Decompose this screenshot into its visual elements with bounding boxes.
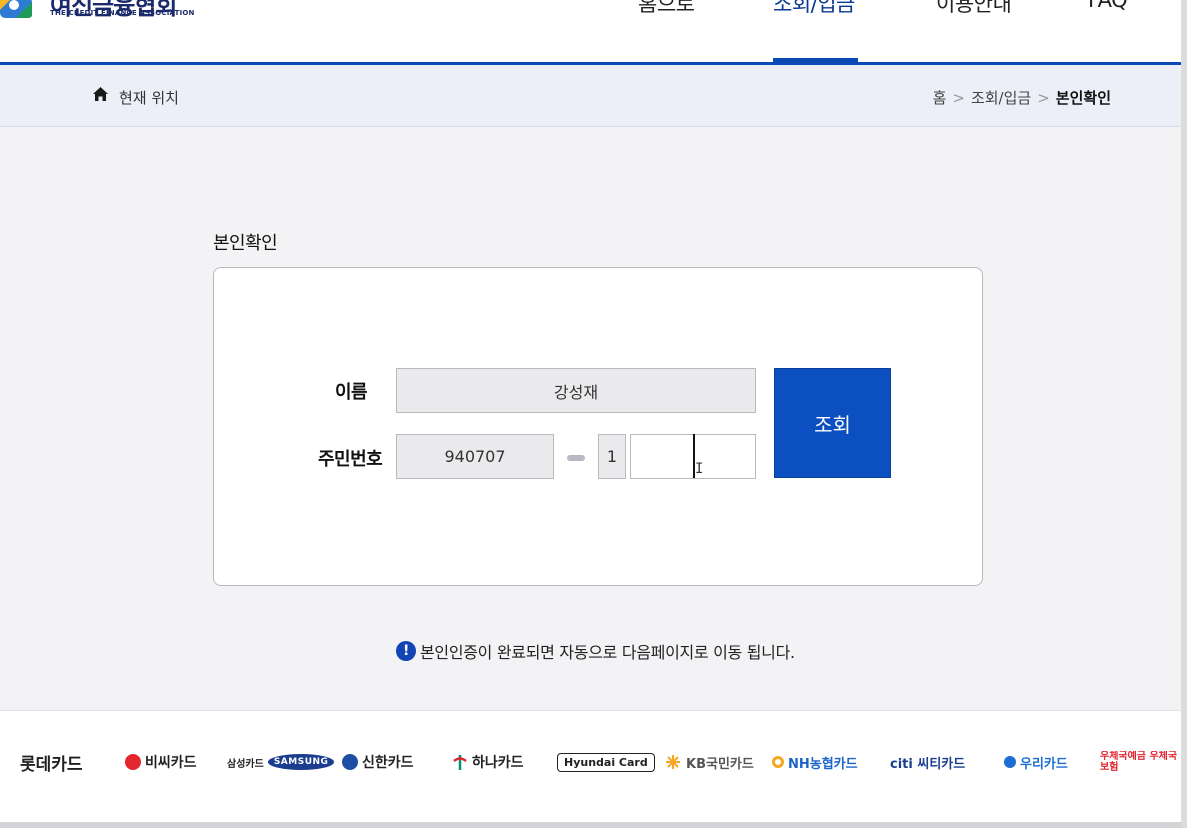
association-logo-icon[interactable] <box>0 0 38 20</box>
brand-shinhan[interactable]: 신한카드 <box>342 751 414 773</box>
submit-inquiry-button[interactable]: 조회 <box>774 368 891 478</box>
bc-icon <box>125 754 141 770</box>
brand-kb-text: KB국민카드 <box>686 756 754 772</box>
name-field[interactable]: 강성재 <box>396 368 756 413</box>
breadcrumb-band: 현재 위치 홈 > 조회/입금 > 본인확인 <box>0 65 1181 127</box>
brand-post-office[interactable]: 우체국예금 우체국보험 <box>1100 751 1180 773</box>
brand-samsung[interactable]: 삼성카드 SAMSUNG <box>227 751 335 773</box>
samsung-logo-icon: SAMSUNG <box>267 754 335 770</box>
breadcrumb-separator: > <box>952 89 965 107</box>
brand-post-office-text: 우체국예금 우체국보험 <box>1100 751 1178 773</box>
hana-icon <box>453 755 467 770</box>
brand-woori[interactable]: 우리카드 <box>1004 751 1068 773</box>
info-icon: ! <box>396 641 416 661</box>
auto-redirect-notice: ! 본인인증이 완료되면 자동으로 다음페이지로 이동 됩니다. <box>396 639 795 663</box>
nav-inquiry-payment[interactable]: 조회/입금 <box>773 0 855 18</box>
brand-bc-text: 비씨카드 <box>145 755 197 771</box>
page-title: 본인확인 <box>213 233 278 254</box>
card-company-logos: 롯데카드 비씨카드 삼성카드 SAMSUNG 신한카드 하나카드 Hyundai… <box>0 710 1181 828</box>
nav-home[interactable]: 홈으로 <box>638 0 695 18</box>
brand-citi-text: citi 씨티카드 <box>890 756 966 772</box>
brand-shinhan-text: 신한카드 <box>362 755 414 771</box>
breadcrumb-separator: > <box>1037 89 1050 107</box>
brand-nh-text: NH농협카드 <box>788 756 858 772</box>
main-content: 본인확인 이름 강성재 주민번호 940707 1 I 조회 ! 본인인증이 완… <box>0 127 1181 710</box>
window-right-edge <box>1181 0 1187 828</box>
logo-english-text[interactable]: THE CREDIT FINANCE ASSOCIATION <box>50 9 195 17</box>
brand-lotte[interactable]: 롯데카드 <box>20 751 83 775</box>
brand-bc[interactable]: 비씨카드 <box>125 751 197 773</box>
identity-verification-card: 이름 강성재 주민번호 940707 1 I 조회 <box>213 267 983 586</box>
brand-lotte-text: 롯데카드 <box>20 754 83 775</box>
brand-hyundai-text: Hyundai Card <box>557 752 655 772</box>
rrn-gender-digit-field[interactable]: 1 <box>598 434 626 479</box>
nav-faq[interactable]: FAQ <box>1088 0 1128 12</box>
rrn-label: 주민번호 <box>318 449 383 470</box>
brand-kb[interactable]: KB국민카드 <box>663 751 754 773</box>
notice-text: 본인인증이 완료되면 자동으로 다음페이지로 이동 됩니다. <box>420 643 795 662</box>
rrn-dash <box>567 455 585 461</box>
current-location-label: 현재 위치 <box>119 89 179 107</box>
breadcrumb-inquiry[interactable]: 조회/입금 <box>971 89 1031 107</box>
nav-usage-guide[interactable]: 이용안내 <box>936 0 1012 18</box>
brand-nh[interactable]: NH농협카드 <box>772 751 858 773</box>
brand-samsung-text: 삼성카드 <box>227 758 264 770</box>
name-label: 이름 <box>335 382 368 403</box>
home-icon <box>93 87 108 101</box>
brand-hyundai[interactable]: Hyundai Card <box>557 751 655 773</box>
ibeam-cursor-icon: I <box>695 461 704 477</box>
brand-hana[interactable]: 하나카드 <box>452 751 524 773</box>
breadcrumb-home[interactable]: 홈 <box>933 89 947 107</box>
kb-icon <box>666 755 680 769</box>
breadcrumb: 홈 > 조회/입금 > 본인확인 <box>933 87 1111 108</box>
site-header: 여신금융협회 THE CREDIT FINANCE ASSOCIATION 홈으… <box>0 0 1181 63</box>
breadcrumb-current: 본인확인 <box>1055 89 1111 107</box>
brand-hana-text: 하나카드 <box>472 755 524 771</box>
brand-woori-text: 우리카드 <box>1020 756 1068 772</box>
brand-citi[interactable]: citi 씨티카드 <box>890 751 965 773</box>
nh-icon <box>772 756 784 768</box>
shinhan-icon <box>342 754 358 770</box>
woori-icon <box>1004 756 1016 768</box>
rrn-front-field[interactable]: 940707 <box>396 434 554 479</box>
bottom-edge <box>0 822 1181 828</box>
